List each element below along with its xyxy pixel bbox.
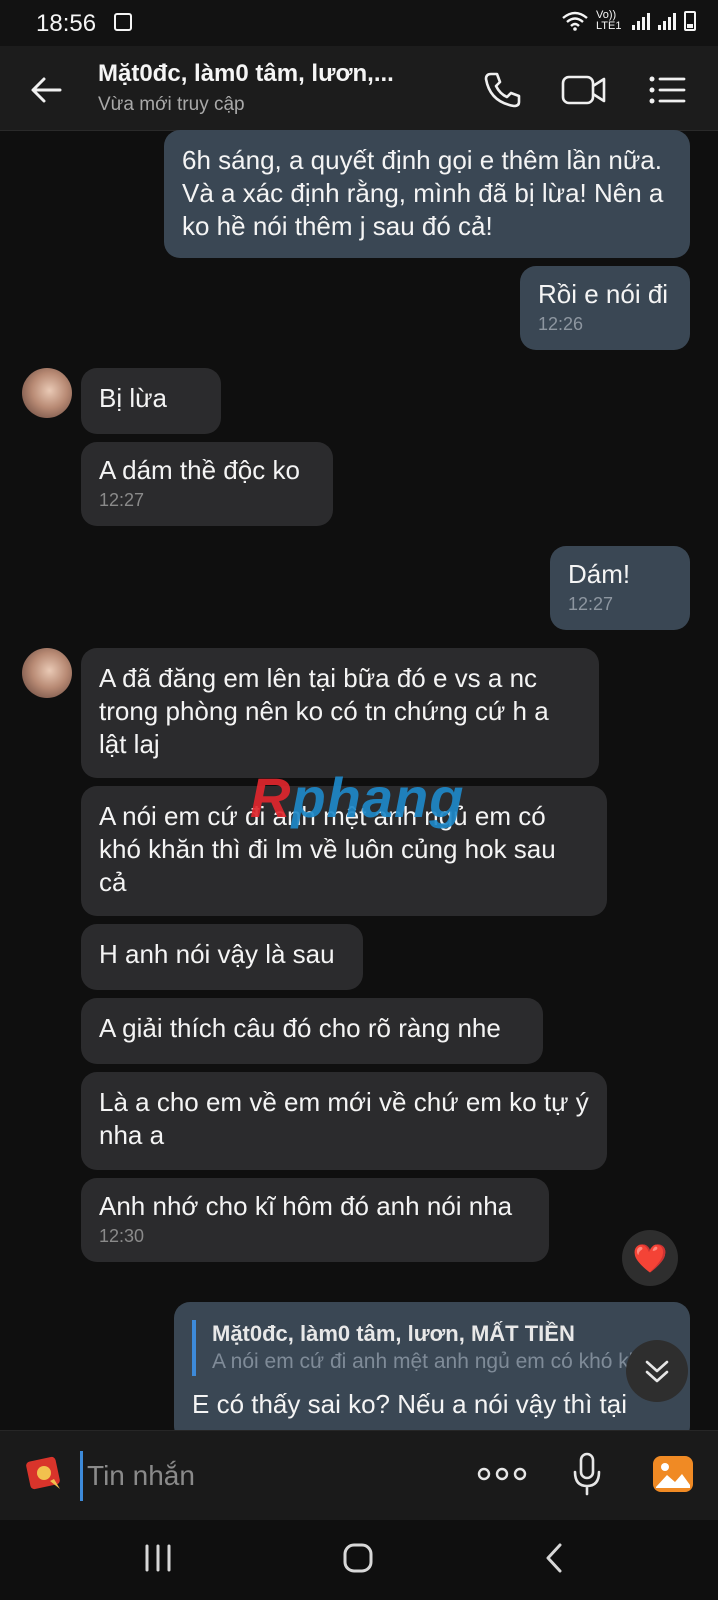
chevron-left-icon	[546, 1543, 562, 1573]
list-menu-icon	[649, 76, 686, 104]
message-text: Dám!	[568, 559, 631, 589]
message-bubble[interactable]: Là a cho em về em mới về chứ em ko tự ý …	[81, 1072, 607, 1170]
scroll-to-bottom-button[interactable]	[626, 1340, 688, 1402]
recent-apps-icon	[145, 1544, 171, 1572]
sticker-button[interactable]	[24, 1453, 64, 1493]
image-notification-icon	[114, 13, 132, 31]
quoted-message[interactable]: Mặt0đc, làm0 tâm, lươn, MẤT TIỀN A nói e…	[192, 1320, 672, 1376]
more-dots-icon	[477, 1467, 527, 1481]
message-bubble[interactable]: H anh nói vậy là sau	[81, 924, 363, 990]
message-text: Rồi e nói đi	[538, 279, 669, 309]
home-button[interactable]	[338, 1538, 378, 1578]
message-bubble[interactable]: Rồi e nói đi 12:26	[520, 266, 690, 350]
composer-bar	[0, 1430, 718, 1521]
last-seen-status: Vừa mới truy cập	[98, 94, 245, 115]
home-icon	[343, 1543, 373, 1573]
system-back-button[interactable]	[538, 1540, 574, 1576]
system-navigation-bar	[0, 1520, 718, 1600]
signal-icon-2	[658, 12, 676, 30]
message-text: A dám thề độc ko	[99, 455, 300, 485]
message-text: Là a cho em về em mới về chứ em ko tự ý …	[99, 1087, 589, 1150]
signal-icon-1	[632, 12, 650, 30]
voice-record-button[interactable]	[572, 1451, 602, 1497]
avatar[interactable]	[22, 368, 72, 418]
message-bubble[interactable]: Bị lừa	[81, 368, 221, 434]
video-call-button[interactable]	[560, 68, 608, 112]
message-time: 12:27	[568, 594, 614, 614]
message-bubble[interactable]: 6h sáng, a quyết định gọi e thêm lần nữa…	[164, 130, 690, 258]
message-text: 6h sáng, a quyết định gọi e thêm lần nữa…	[182, 145, 664, 241]
status-icons: Vo)) LTE1	[562, 10, 696, 32]
contact-name[interactable]: Mặt0đc, làm0 tâm, lươn,...	[98, 60, 394, 88]
message-input[interactable]	[80, 1451, 449, 1501]
gallery-button[interactable]	[652, 1455, 694, 1493]
message-text: Anh nhớ cho kĩ hôm đó anh nói nha	[99, 1191, 513, 1221]
message-bubble[interactable]: A giải thích câu đó cho rõ ràng nhe	[81, 998, 543, 1064]
network-label: Vo)) LTE1	[596, 9, 622, 32]
quoted-sender: Mặt0đc, làm0 tâm, lươn, MẤT TIỀN	[212, 1321, 575, 1346]
video-camera-icon	[561, 75, 606, 105]
message-bubble[interactable]: Anh nhớ cho kĩ hôm đó anh nói nha 12:30	[81, 1178, 549, 1262]
avatar[interactable]	[22, 648, 72, 698]
microphone-icon	[573, 1452, 601, 1496]
message-time: 12:30	[99, 1226, 145, 1246]
message-time: 12:26	[538, 314, 584, 334]
recent-apps-button[interactable]	[140, 1540, 176, 1576]
reply-message-bubble[interactable]: Mặt0đc, làm0 tâm, lươn, MẤT TIỀN A nói e…	[174, 1302, 690, 1430]
heart-icon: ❤️	[632, 1242, 668, 1274]
message-text: A đã đăng em lên tại bữa đó e vs a nc tr…	[99, 663, 549, 759]
more-options-button[interactable]	[476, 1461, 528, 1487]
double-chevron-down-icon	[645, 1360, 669, 1383]
message-bubble[interactable]: A đã đăng em lên tại bữa đó e vs a nc tr…	[81, 648, 599, 778]
message-bubble[interactable]: Dám! 12:27	[550, 546, 690, 630]
message-text: E có thấy sai ko? Nếu a nói vậy thì tại	[192, 1389, 628, 1419]
reaction-button[interactable]: ❤️	[622, 1230, 678, 1286]
message-list[interactable]: 6h sáng, a quyết định gọi e thêm lần nữa…	[0, 130, 718, 1430]
message-time: 12:27	[99, 490, 145, 510]
status-time: 18:56	[36, 10, 97, 37]
menu-button[interactable]	[646, 68, 690, 112]
quoted-text: A nói em cứ đi anh mệt anh ngủ em có khó…	[212, 1350, 664, 1373]
message-bubble[interactable]: A dám thề độc ko 12:27	[81, 442, 333, 526]
arrow-left-icon	[31, 77, 62, 103]
chat-header: Mặt0đc, làm0 tâm, lươn,... Vừa mới truy …	[0, 46, 718, 131]
status-bar: 18:56 Vo)) LTE1	[0, 0, 718, 46]
watermark-logo: Rphang	[250, 766, 465, 829]
message-text: A giải thích câu đó cho rõ ràng nhe	[99, 1013, 501, 1043]
message-text: H anh nói vậy là sau	[99, 939, 335, 969]
wifi-icon	[562, 11, 588, 31]
sticker-icon	[26, 1456, 60, 1490]
battery-icon	[684, 11, 696, 31]
image-gallery-icon	[653, 1456, 693, 1492]
back-button[interactable]	[24, 68, 68, 112]
voice-call-button[interactable]	[480, 68, 524, 112]
phone-icon	[484, 72, 521, 108]
message-text: Bị lừa	[99, 383, 167, 413]
